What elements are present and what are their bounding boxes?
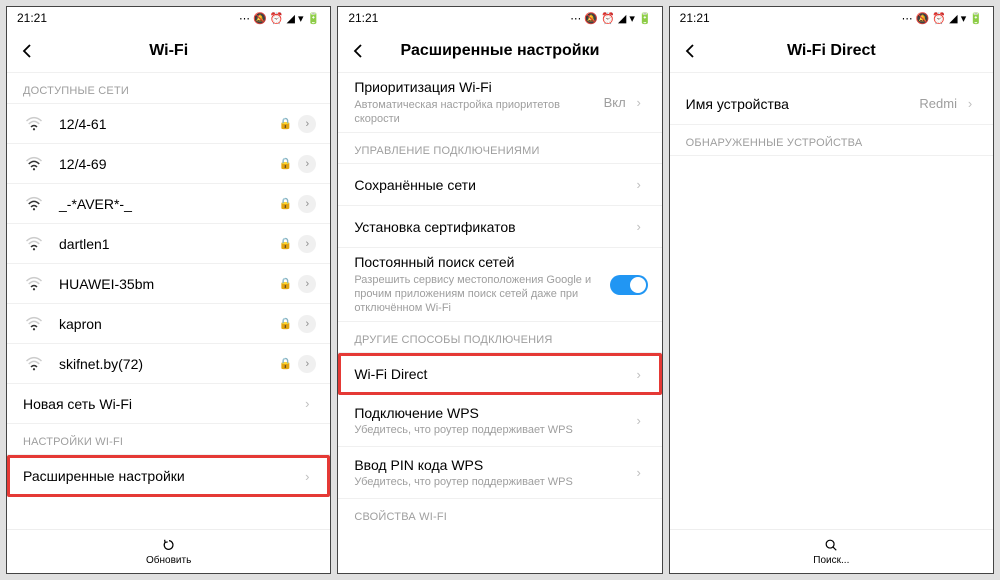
new-network-row[interactable]: Новая сеть Wi-Fi › <box>7 384 330 424</box>
lock-icon: 🔒 <box>279 197 293 210</box>
page-title: Wi-Fi <box>7 42 330 60</box>
header: Расширенные настройки <box>338 29 661 73</box>
chevron-right-icon: › <box>630 412 648 430</box>
status-bar: 21:21 ⋯ 🔕 ⏰ ◢ ▾ 🔋 <box>670 7 993 29</box>
chevron-right-icon: › <box>298 467 316 485</box>
section-wifi-props: СВОЙСТВА WI-FI <box>338 499 661 529</box>
back-button[interactable] <box>670 29 710 73</box>
wifi-signal-icon <box>23 275 45 293</box>
lock-icon: 🔒 <box>279 317 293 330</box>
ssid: HUAWEI-35bm <box>59 276 279 292</box>
status-icons: ⋯ 🔕 ⏰ ◢ ▾ 🔋 <box>239 12 320 25</box>
ssid: _-*AVER*-_ <box>59 196 279 212</box>
chevron-right-icon: › <box>298 115 316 133</box>
wifi-priority-row[interactable]: Приоритизация Wi-Fi Автоматическая настр… <box>338 73 661 133</box>
screen-wifi-list: 21:21 ⋯ 🔕 ⏰ ◢ ▾ 🔋 Wi-Fi ДОСТУПНЫЕ СЕТИ 1… <box>6 6 331 574</box>
wifi-network-row[interactable]: 12/4-61🔒 › <box>7 104 330 144</box>
status-bar: 21:21 ⋯ 🔕 ⏰ ◢ ▾ 🔋 <box>7 7 330 29</box>
back-button[interactable] <box>338 29 378 73</box>
header: Wi-Fi Direct <box>670 29 993 73</box>
wps-pin-row[interactable]: Ввод PIN кода WPS Убедитесь, что роутер … <box>338 447 661 499</box>
scan-always-toggle[interactable] <box>610 275 648 295</box>
wifi-signal-icon <box>23 315 45 333</box>
advanced-settings-row[interactable]: Расширенные настройки › <box>7 455 330 497</box>
page-title: Расширенные настройки <box>338 42 661 60</box>
status-bar: 21:21 ⋯ 🔕 ⏰ ◢ ▾ 🔋 <box>338 7 661 29</box>
header: Wi-Fi <box>7 29 330 73</box>
lock-icon: 🔒 <box>279 117 293 130</box>
ssid: 12/4-69 <box>59 156 279 172</box>
wps-row[interactable]: Подключение WPS Убедитесь, что роутер по… <box>338 395 661 447</box>
wifi-network-row[interactable]: skifnet.by(72)🔒 › <box>7 344 330 384</box>
wifi-signal-icon <box>23 115 45 133</box>
lock-icon: 🔒 <box>279 157 293 170</box>
wifi-signal-icon <box>23 155 45 173</box>
status-icons: ⋯ 🔕 ⏰ ◢ ▾ 🔋 <box>902 12 983 25</box>
ssid: 12/4-61 <box>59 116 279 132</box>
wifi-network-row[interactable]: dartlen1🔒 › <box>7 224 330 264</box>
lock-icon: 🔒 <box>279 357 293 370</box>
chevron-right-icon: › <box>298 235 316 253</box>
chevron-right-icon: › <box>630 94 648 112</box>
ssid: skifnet.by(72) <box>59 356 279 372</box>
clock: 21:21 <box>680 11 710 25</box>
screen-advanced: 21:21 ⋯ 🔕 ⏰ ◢ ▾ 🔋 Расширенные настройки … <box>337 6 662 574</box>
lock-icon: 🔒 <box>279 237 293 250</box>
chevron-right-icon: › <box>298 355 316 373</box>
ssid: kapron <box>59 316 279 332</box>
section-found-devices: ОБНАРУЖЕННЫЕ УСТРОЙСТВА <box>670 125 993 156</box>
chevron-right-icon: › <box>298 195 316 213</box>
clock: 21:21 <box>348 11 378 25</box>
wifi-signal-icon <box>23 195 45 213</box>
section-wifi-settings: НАСТРОЙКИ WI-FI <box>7 424 330 455</box>
wifi-network-row[interactable]: HUAWEI-35bm🔒 › <box>7 264 330 304</box>
back-button[interactable] <box>7 29 47 73</box>
clock: 21:21 <box>17 11 47 25</box>
content: Имя устройства Redmi › ОБНАРУЖЕННЫЕ УСТР… <box>670 73 993 529</box>
wifi-network-row[interactable]: _-*AVER*-_🔒 › <box>7 184 330 224</box>
lock-icon: 🔒 <box>279 277 293 290</box>
section-connection-mgmt: УПРАВЛЕНИЕ ПОДКЛЮЧЕНИЯМИ <box>338 133 661 164</box>
content: ДОСТУПНЫЕ СЕТИ 12/4-61🔒›12/4-69🔒›_-*AVER… <box>7 73 330 529</box>
ssid: dartlen1 <box>59 236 279 252</box>
chevron-right-icon: › <box>630 365 648 383</box>
chevron-right-icon: › <box>298 155 316 173</box>
wifi-signal-icon <box>23 355 45 373</box>
chevron-right-icon: › <box>630 218 648 236</box>
content: Приоритизация Wi-Fi Автоматическая настр… <box>338 73 661 573</box>
chevron-right-icon: › <box>298 395 316 413</box>
device-name-row[interactable]: Имя устройства Redmi › <box>670 83 993 125</box>
wifi-direct-row[interactable]: Wi-Fi Direct › <box>338 353 661 395</box>
wifi-signal-icon <box>23 235 45 253</box>
status-icons: ⋯ 🔕 ⏰ ◢ ▾ 🔋 <box>570 12 651 25</box>
wifi-network-row[interactable]: 12/4-69🔒 › <box>7 144 330 184</box>
screen-wifi-direct: 21:21 ⋯ 🔕 ⏰ ◢ ▾ 🔋 Wi-Fi Direct Имя устро… <box>669 6 994 574</box>
section-available: ДОСТУПНЫЕ СЕТИ <box>7 73 330 104</box>
chevron-right-icon: › <box>630 464 648 482</box>
chevron-right-icon: › <box>298 315 316 333</box>
chevron-right-icon: › <box>630 176 648 194</box>
refresh-icon <box>162 538 176 554</box>
certs-row[interactable]: Установка сертификатов › <box>338 206 661 248</box>
search-button[interactable]: Поиск... <box>670 529 993 573</box>
scan-always-row[interactable]: Постоянный поиск сетей Разрешить сервису… <box>338 248 661 322</box>
wifi-network-row[interactable]: kapron🔒 › <box>7 304 330 344</box>
section-other-conn: ДРУГИЕ СПОСОБЫ ПОДКЛЮЧЕНИЯ <box>338 322 661 353</box>
chevron-right-icon: › <box>298 275 316 293</box>
search-icon <box>824 538 838 554</box>
saved-networks-row[interactable]: Сохранённые сети › <box>338 164 661 206</box>
chevron-right-icon: › <box>961 95 979 113</box>
page-title: Wi-Fi Direct <box>670 42 993 60</box>
refresh-button[interactable]: Обновить <box>7 529 330 573</box>
